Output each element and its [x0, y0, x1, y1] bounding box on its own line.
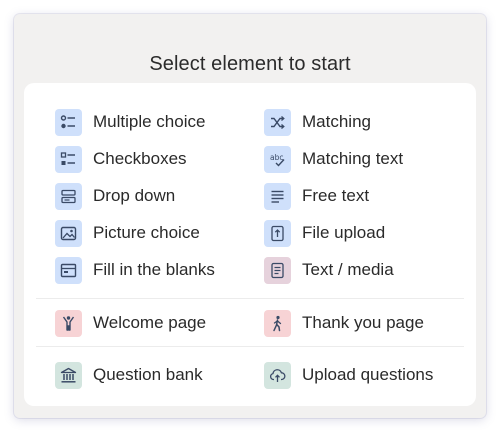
- checkboxes-icon: [55, 145, 82, 173]
- element-label: Welcome page: [93, 313, 207, 332]
- element-label: Drop down: [93, 186, 176, 205]
- upload-questions-button[interactable]: Upload questions: [264, 361, 433, 389]
- shuffle-icon: [264, 108, 291, 136]
- svg-text:abc: abc: [270, 153, 283, 162]
- element-file-upload[interactable]: File upload: [264, 219, 385, 247]
- element-matching[interactable]: Matching: [264, 108, 371, 136]
- element-text-media[interactable]: Text / media: [264, 256, 394, 284]
- picture-icon: [55, 219, 82, 247]
- cloud-upload-icon: [264, 361, 291, 389]
- element-checkboxes[interactable]: Checkboxes: [55, 145, 187, 173]
- element-label: Text / media: [302, 260, 394, 279]
- section-divider: [36, 298, 464, 299]
- element-welcome-page[interactable]: Welcome page: [55, 309, 206, 337]
- section-divider: [36, 346, 464, 347]
- dialog-title: Select element to start: [149, 53, 351, 75]
- text-lines-icon: [264, 182, 291, 210]
- fill-blanks-icon: [55, 256, 82, 284]
- dropdown-icon: [55, 182, 82, 210]
- element-label: Matching: [302, 112, 371, 131]
- question-bank-label: Question bank: [93, 365, 203, 384]
- person-walking-icon: [264, 309, 291, 337]
- spellcheck-icon: abc: [264, 145, 291, 173]
- element-thank-you-page[interactable]: Thank you page: [264, 309, 424, 337]
- element-label: File upload: [302, 223, 386, 242]
- element-label: Multiple choice: [93, 112, 206, 131]
- element-label: Fill in the blanks: [93, 260, 215, 279]
- file-upload-icon: [264, 219, 291, 247]
- element-multiple-choice[interactable]: Multiple choice: [55, 108, 205, 136]
- element-label: Free text: [302, 186, 370, 205]
- element-panel: Multiple choice Checkboxes Drop down Pic…: [24, 83, 476, 406]
- element-free-text[interactable]: Free text: [264, 182, 369, 210]
- question-bank-button[interactable]: Question bank: [55, 361, 203, 389]
- element-drop-down[interactable]: Drop down: [55, 182, 175, 210]
- bank-icon: [55, 361, 82, 389]
- element-fill-in-the-blanks[interactable]: Fill in the blanks: [55, 256, 215, 284]
- element-matching-text[interactable]: abc Matching text: [264, 145, 403, 173]
- element-label: Matching text: [302, 149, 404, 168]
- person-celebrating-icon: [55, 309, 82, 337]
- element-picker-dialog: Select element to start Multiple choice: [14, 14, 486, 418]
- upload-questions-label: Upload questions: [302, 365, 434, 384]
- element-label: Checkboxes: [93, 149, 187, 168]
- multiple-choice-icon: [55, 108, 82, 136]
- element-label: Thank you page: [302, 313, 424, 332]
- element-label: Picture choice: [93, 223, 200, 242]
- document-icon: [264, 256, 291, 284]
- element-picture-choice[interactable]: Picture choice: [55, 219, 200, 247]
